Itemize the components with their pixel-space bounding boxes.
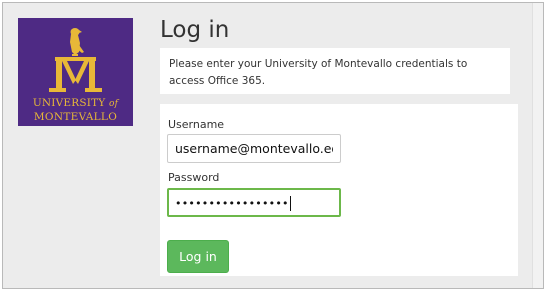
- notice-text: Please enter your University of Monteval…: [169, 58, 468, 87]
- login-frame: UNIVERSITY of MONTEVALLO Log in Please e…: [2, 2, 544, 289]
- logo-wordmark-university: UNIVERSITY of: [32, 97, 119, 109]
- login-form: Username Password ••••••••••••••••• Log …: [160, 104, 518, 276]
- username-label: Username: [168, 118, 225, 131]
- logo-wordmark-montevallo: MONTEVALLO: [33, 111, 118, 123]
- university-logo: UNIVERSITY of MONTEVALLO: [18, 18, 133, 126]
- password-field[interactable]: •••••••••••••••••: [167, 188, 341, 217]
- text-caret: [289, 196, 291, 211]
- scrollbar[interactable]: [532, 3, 543, 288]
- login-button[interactable]: Log in: [167, 240, 229, 273]
- page-title: Log in: [160, 17, 230, 43]
- password-masked-value: •••••••••••••••••: [175, 197, 289, 210]
- password-label: Password: [168, 171, 220, 184]
- credentials-notice: Please enter your University of Monteval…: [160, 48, 510, 94]
- falcon-monogram-icon: [49, 28, 102, 92]
- username-field[interactable]: [167, 134, 341, 163]
